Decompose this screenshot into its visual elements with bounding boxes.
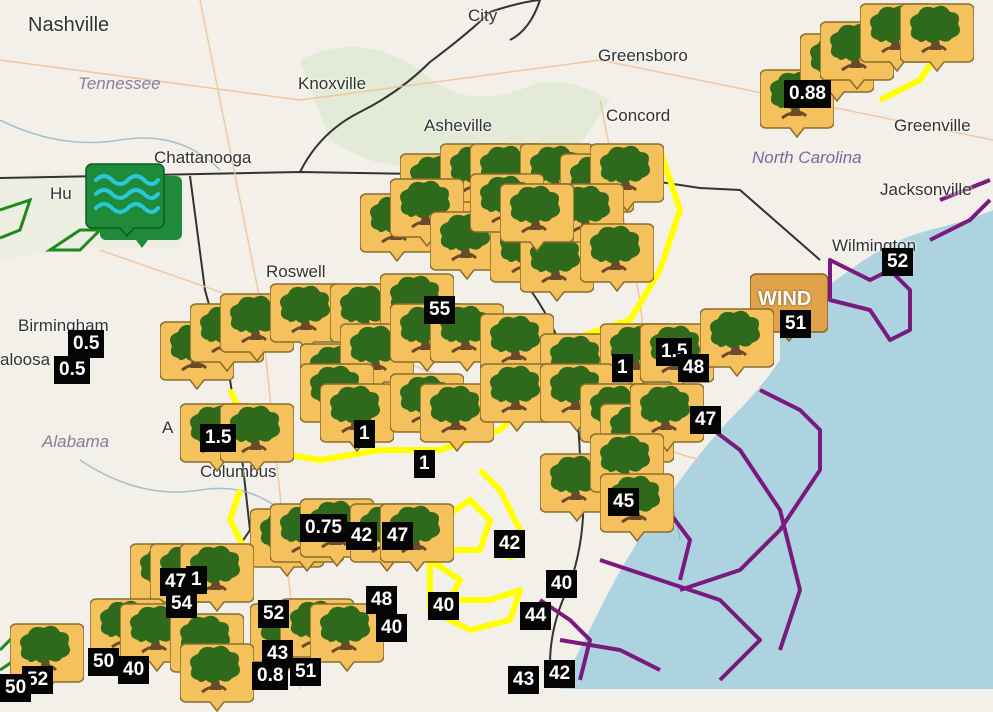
place-label-tuscaloosa: aloosa [0,350,51,369]
report-value-label[interactable]: 0.8 [252,662,289,690]
report-value-label[interactable]: 42 [346,522,378,550]
tree-report-icon[interactable] [700,305,774,377]
report-value-label[interactable]: 40 [428,592,460,620]
report-value-label[interactable]: 1 [414,450,435,478]
place-label-city: City [468,6,498,25]
report-value-label[interactable]: 50 [0,674,32,702]
report-value-label[interactable]: 45 [608,488,640,516]
place-label-greenville: Greenville [894,116,971,135]
report-value-label[interactable]: 51 [290,658,322,686]
report-value-label[interactable]: 0.5 [54,356,91,384]
state-label-alabama: Alabama [42,432,110,451]
state-label-tennessee: Tennessee [78,74,161,93]
place-label-nashville: Nashville [28,14,110,36]
report-value-label[interactable]: 51 [780,310,812,338]
tree-report-icon[interactable] [500,180,574,252]
report-value-label[interactable]: 42 [494,530,526,558]
report-value-label[interactable]: 0.5 [68,330,105,358]
report-value-label[interactable]: 0.75 [300,514,347,542]
tree-report-icon[interactable] [180,640,254,712]
report-value-label[interactable]: 47 [382,522,414,550]
report-value-label[interactable]: 52 [882,248,914,276]
place-label-concord: Concord [606,106,671,125]
report-value-label[interactable]: 44 [520,602,552,630]
place-label-huntsville: Hu [50,184,72,203]
tree-report-icon[interactable] [900,0,974,72]
report-value-label[interactable]: 0.88 [784,80,831,108]
place-label-greensboro: Greensboro [598,46,688,65]
report-value-label[interactable]: 48 [366,586,398,614]
report-value-label[interactable]: 42 [544,660,576,688]
report-value-label[interactable]: 54 [166,590,198,618]
place-label-jacksonville: Jacksonville [880,180,972,199]
place-label-atlanta: A [162,418,174,437]
report-value-label[interactable]: 40 [546,570,578,598]
report-value-label[interactable]: 1.5 [200,424,237,452]
report-value-label[interactable]: 48 [678,354,710,382]
report-value-label[interactable]: 43 [508,666,540,694]
place-label-knoxville: Knoxville [298,74,367,93]
flood-water-icon[interactable] [84,158,184,256]
state-label-north-carolina: North Carolina [752,148,862,167]
place-label-roswell: Roswell [266,262,326,281]
place-label-asheville: Asheville [424,116,493,135]
report-value-label[interactable]: 52 [258,600,290,628]
tree-report-icon[interactable] [580,220,654,292]
report-value-label[interactable]: 40 [376,614,408,642]
report-value-label[interactable]: 47 [690,406,722,434]
report-value-label[interactable]: 50 [88,648,120,676]
report-value-label[interactable]: 1 [354,420,375,448]
report-value-label[interactable]: 1 [612,354,633,382]
report-value-label[interactable]: 40 [118,656,150,684]
report-value-label[interactable]: 55 [424,296,456,324]
